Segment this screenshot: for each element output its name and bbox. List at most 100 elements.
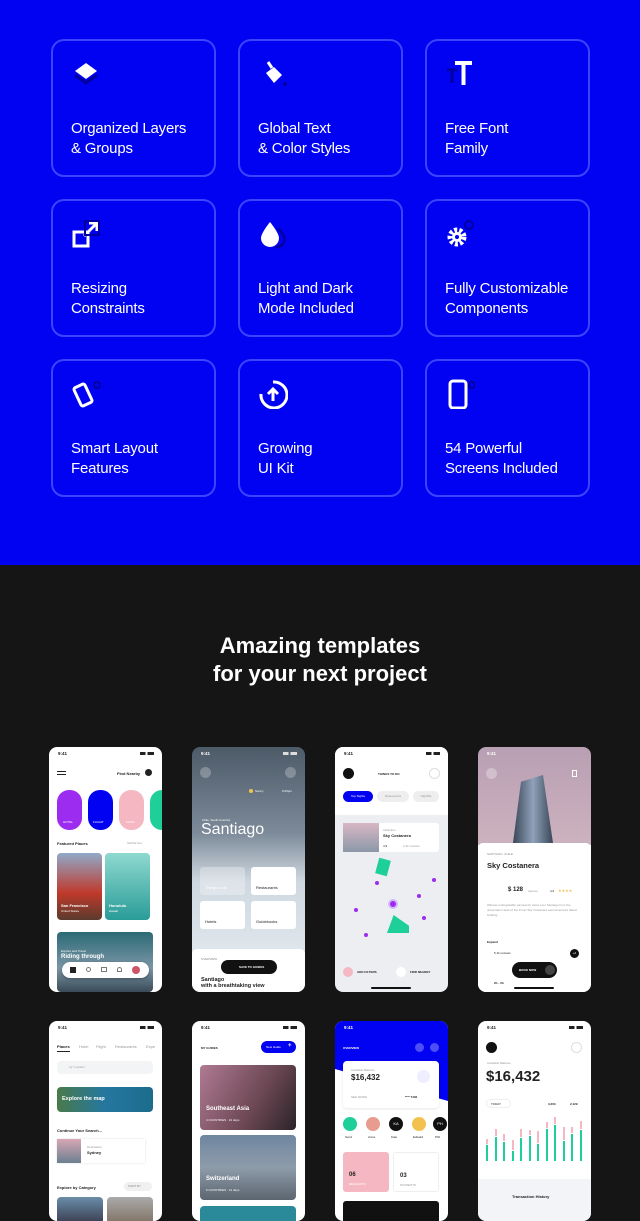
tab-hotel[interactable]: Hotel <box>79 1044 88 1049</box>
feature-label: Fully Customizable Components <box>445 280 569 317</box>
list-button[interactable] <box>429 768 440 779</box>
category-flight[interactable]: FLIGHT <box>88 790 113 830</box>
period-select[interactable]: TODAY <box>486 1099 511 1108</box>
share-button[interactable] <box>285 767 296 778</box>
map-pin[interactable] <box>364 933 368 937</box>
section-heading: Amazing templates for your next project <box>213 633 427 686</box>
place-card[interactable]: Honolulu Hawaii <box>105 853 150 920</box>
map-pin[interactable] <box>390 901 396 907</box>
feature-label: Light and Dark Mode Included <box>258 280 354 317</box>
search-button[interactable] <box>415 1043 424 1052</box>
tab-experiences[interactable]: Expe <box>146 1044 155 1049</box>
tile-things-to-do[interactable]: Things to do <box>200 867 245 895</box>
bottom-nav <box>62 962 149 978</box>
save-to-guides-button[interactable]: SAVE TO GUIDES <box>221 960 277 974</box>
transaction-history-title: Transaction History <box>512 1194 550 1199</box>
feature-label: 54 Powerful Screens Included <box>445 440 558 477</box>
menu-icon[interactable] <box>57 771 66 775</box>
contact[interactable]: KA Kate <box>389 1117 403 1141</box>
back-button[interactable] <box>486 1042 497 1053</box>
location-icon[interactable] <box>145 769 152 776</box>
contact[interactable]: Edward <box>412 1117 426 1141</box>
recent-search-card[interactable]: Destination Sydney <box>57 1139 145 1163</box>
bookmark-button[interactable] <box>572 770 577 777</box>
map-pin[interactable] <box>417 894 421 898</box>
balance-amount: $16,432 <box>486 1068 541 1085</box>
settings-button[interactable] <box>430 1043 439 1052</box>
balance-bar-top <box>571 1127 573 1133</box>
screen-guides: 9:41 MY GUIDES New Guide + Southeast Asia… <box>192 1021 305 1221</box>
category-food[interactable]: FOOD <box>119 790 144 830</box>
city-title: Santiago <box>201 821 265 838</box>
new-guide-button[interactable]: New Guide + <box>261 1041 296 1053</box>
bell-button[interactable] <box>417 1070 430 1083</box>
guide-card[interactable]: Southeast Asia 4 COUNTRIES · 10 days <box>200 1065 296 1130</box>
back-button[interactable] <box>343 768 354 779</box>
category-more[interactable] <box>150 790 162 830</box>
screen-stats: 9:41 Available Balance $16,432 TODAY 3,2… <box>478 1021 591 1221</box>
feature-card: Smart Layout Features <box>51 359 216 497</box>
balance-bar <box>579 1129 582 1161</box>
feature-label: Free Font Family <box>445 120 509 157</box>
map-pin[interactable] <box>354 908 358 912</box>
feature-card: Growing UI Kit <box>238 359 403 497</box>
map-pin[interactable] <box>432 878 436 882</box>
chip-top-sights[interactable]: Top Sights <box>343 791 373 802</box>
place-card[interactable]: San Francisco United States <box>57 853 102 920</box>
show-all-link[interactable]: SHOW ALL <box>127 841 142 845</box>
tile-restaurants[interactable]: Restaurants <box>251 867 296 895</box>
feature-label: Global Text & Color Styles <box>258 120 351 157</box>
see-more-link[interactable]: SEE MORE <box>351 1095 367 1099</box>
attraction-card[interactable]: Attraction Sky Costanera 4.9 2.1k reviews <box>343 823 439 852</box>
balance-bar-top <box>528 1129 531 1136</box>
feature-card: Free Font Family <box>425 39 590 177</box>
bag-icon[interactable] <box>101 967 107 972</box>
expand-link[interactable]: Expand <box>487 940 498 944</box>
map-park <box>375 857 391 877</box>
tab-restaurants[interactable]: Restaurants <box>115 1044 137 1049</box>
find-nearby-label[interactable]: Find Nearby <box>117 771 140 776</box>
plus-icon: + <box>288 1043 292 1049</box>
close-button[interactable] <box>200 767 211 778</box>
feature-card: Light and Dark Mode Included <box>238 199 403 337</box>
gear-icon <box>447 220 474 247</box>
tile-guidebooks[interactable]: Guidebooks <box>251 901 296 929</box>
place-title: Sky Costanera <box>487 861 540 870</box>
search-icon[interactable] <box>86 967 91 972</box>
search-button[interactable] <box>571 1042 582 1053</box>
search-input[interactable]: try "London" <box>57 1061 153 1074</box>
balance-bar-top <box>494 1128 497 1136</box>
chip-restaurants[interactable]: Restaurants <box>377 791 409 802</box>
map-pin[interactable] <box>375 881 379 885</box>
requests-card[interactable]: 06 REQUESTS <box>343 1152 389 1192</box>
status-icons <box>140 1026 154 1029</box>
chip-nightlife[interactable]: Nightlife <box>413 791 439 802</box>
map-pin[interactable] <box>422 916 426 920</box>
feature-card: Organized Layers & Groups <box>51 39 216 177</box>
contact[interactable]: Send <box>343 1117 357 1141</box>
feature-card: 54 Powerful Screens Included <box>425 359 590 497</box>
explore-map-banner[interactable]: Explore the map <box>57 1087 153 1112</box>
find-nearby-button[interactable]: FIND NEARBY <box>396 967 441 977</box>
avatar[interactable] <box>132 966 140 974</box>
payments-card[interactable]: 03 PAYMENTS <box>393 1152 439 1192</box>
building-image <box>513 775 553 843</box>
balance-bar-top <box>579 1120 582 1129</box>
balance-bar-top <box>520 1128 522 1137</box>
add-filters-button[interactable]: ADD FILTERS <box>343 967 383 977</box>
screen-city: 9:41 Sunny 6:00pm Chile, South America S… <box>192 747 305 992</box>
tile-hotels[interactable]: Hotels <box>200 901 245 929</box>
contact[interactable]: Anna <box>366 1117 380 1141</box>
balance-bar <box>562 1141 565 1161</box>
contact[interactable]: PH Phil <box>433 1117 447 1141</box>
category-hotel[interactable]: HOTEL <box>57 790 82 830</box>
sort-by-button[interactable]: SORT BY <box>124 1182 152 1191</box>
bell-icon[interactable] <box>117 967 122 972</box>
guide-card[interactable]: Switzerland 6 COUNTRIES · 12 days <box>200 1135 296 1200</box>
qr-icon[interactable] <box>70 967 76 973</box>
book-now-button[interactable]: BOOK NOW <box>512 962 557 978</box>
tab-flight[interactable]: Flight <box>96 1044 106 1049</box>
back-button[interactable] <box>486 768 497 779</box>
tab-places[interactable]: Places <box>57 1044 70 1052</box>
status-icons <box>140 752 154 755</box>
